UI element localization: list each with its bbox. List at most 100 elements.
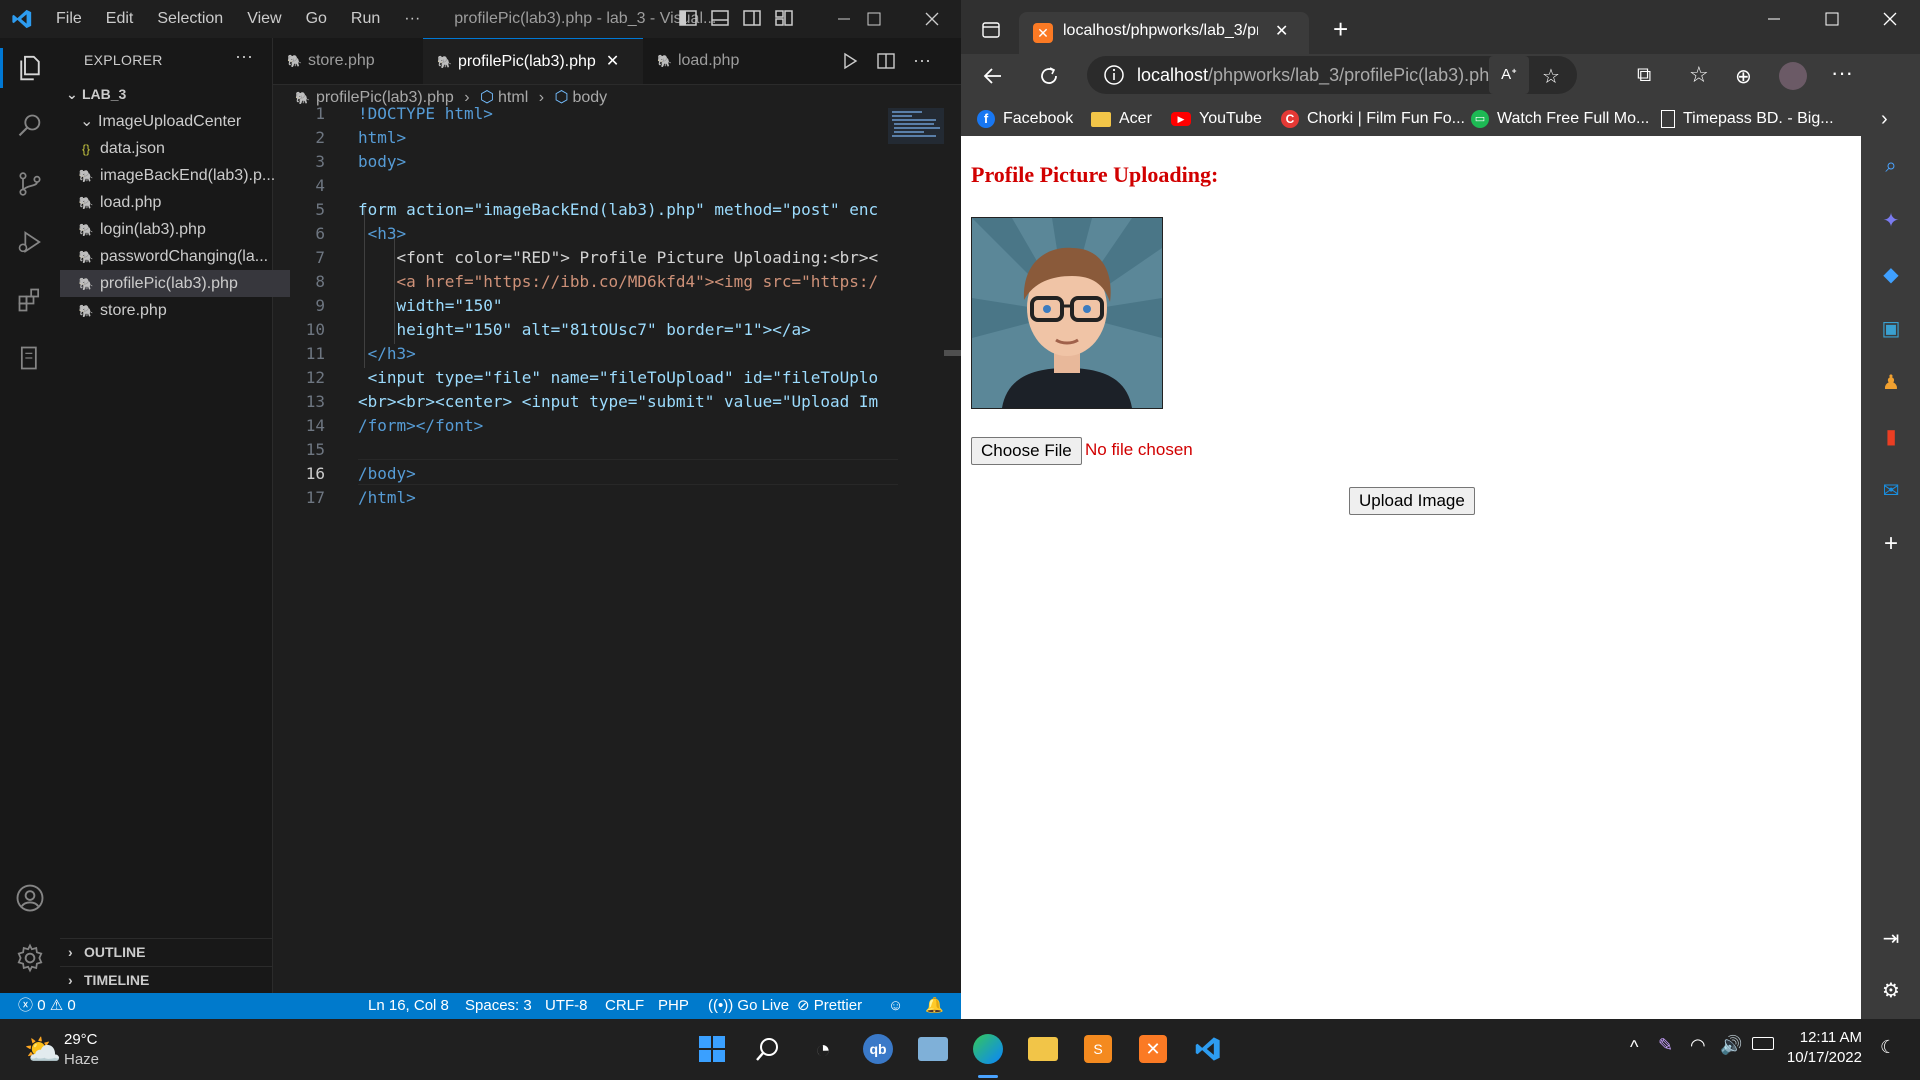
accounts-icon[interactable] [12, 880, 48, 916]
choose-file-button[interactable]: Choose File [971, 437, 1082, 465]
refresh-icon[interactable] [1037, 64, 1061, 93]
split-editor-icon[interactable] [877, 52, 895, 70]
add-icon[interactable]: + [1879, 530, 1903, 557]
outlook-icon[interactable]: ✉ [1879, 478, 1903, 502]
maximize-button[interactable] [845, 0, 903, 38]
favorites-icon[interactable]: ☆ [1689, 62, 1709, 88]
tree-folder-imageuploadcenter[interactable]: ⌄ ImageUploadCenter [60, 108, 272, 135]
remote-explorer-icon[interactable] [12, 340, 48, 376]
tab-load-php[interactable]: 🐘 load.php [643, 38, 773, 84]
sublime-icon[interactable]: S [1080, 1031, 1116, 1067]
workspace-root[interactable]: ⌄ LAB_3 [60, 81, 272, 108]
editor-more-icon[interactable]: ··· [913, 50, 931, 71]
tools-briefcase-icon[interactable]: ▣ [1879, 316, 1903, 340]
copilot-icon[interactable]: ✦ [1879, 208, 1903, 232]
customize-layout-icon[interactable] [774, 8, 794, 28]
hide-sidebar-icon[interactable]: ⇥ [1879, 926, 1903, 950]
golive-button[interactable]: ((•)) Go Live [708, 993, 789, 1019]
bookmark-watch-free[interactable]: ▭ Watch Free Full Mo... [1471, 102, 1649, 136]
code-editor[interactable]: 1 2 3 4 5 6 7 8 9 10 11 12 13 14 15 16 1… [273, 104, 898, 994]
add-favorite-icon[interactable]: ☆ [1542, 64, 1560, 89]
bookmark-youtube[interactable]: ▶ YouTube [1171, 102, 1262, 136]
menu-view[interactable]: View [235, 0, 293, 38]
back-arrow-icon[interactable] [981, 64, 1005, 93]
timeline-section[interactable]: › TIMELINE [60, 966, 272, 994]
settings-gear-icon[interactable] [12, 940, 48, 976]
explorer-icon[interactable] [12, 50, 48, 86]
tab-profilepic-php[interactable]: 🐘 profilePic(lab3).php ✕ [423, 38, 643, 84]
prettier-button[interactable]: ⊘ Prettier [797, 993, 862, 1019]
minimap[interactable] [888, 108, 944, 144]
menu-more[interactable]: ··· [392, 0, 432, 38]
close-tab-icon[interactable]: ✕ [1275, 21, 1288, 41]
collections-icon[interactable]: ⊕ [1735, 64, 1752, 89]
indentation-status[interactable]: Spaces: 3 [465, 993, 532, 1019]
search-icon[interactable] [750, 1031, 786, 1067]
feedback-icon[interactable]: ☺ [888, 993, 903, 1019]
tree-item-imagebackend[interactable]: 🐘 imageBackEnd(lab3).p... [60, 162, 290, 189]
search-icon[interactable]: ⌕ [1879, 154, 1903, 178]
weather-condition[interactable]: Haze [64, 1051, 99, 1068]
bookmark-facebook[interactable]: f Facebook [977, 102, 1073, 136]
info-icon[interactable] [1103, 64, 1125, 91]
menu-file[interactable]: File [44, 0, 94, 38]
explorer-more-button[interactable]: ··· [235, 46, 253, 67]
notification-moon-icon[interactable]: ☾ [1880, 1037, 1896, 1058]
new-tab-icon[interactable]: + [1333, 14, 1348, 45]
menu-run[interactable]: Run [339, 0, 392, 38]
menu-edit[interactable]: Edit [94, 0, 146, 38]
volume-icon[interactable]: 🔊 [1720, 1035, 1742, 1056]
games-icon[interactable]: ♟ [1879, 370, 1903, 394]
tree-item-passwordchanging[interactable]: 🐘 passwordChanging(la... [60, 243, 290, 270]
file-explorer-icon[interactable] [1025, 1031, 1061, 1067]
close-button[interactable] [903, 0, 961, 38]
tree-item-data-json[interactable]: {} data.json [60, 135, 290, 162]
bookmark-timepass[interactable]: Timepass BD. - Big... [1661, 102, 1834, 136]
show-hidden-icons-icon[interactable]: ^ [1630, 1037, 1638, 1058]
task-view-icon[interactable]: ◔ [805, 1031, 841, 1067]
chevron-right-icon[interactable]: › [1881, 102, 1888, 136]
start-windows-icon[interactable] [694, 1031, 730, 1067]
notifications-bell-icon[interactable]: 🔔 [925, 993, 944, 1019]
photos-icon[interactable] [915, 1031, 951, 1067]
toggle-panel-icon[interactable] [710, 8, 730, 28]
temperature[interactable]: 29°C [64, 1031, 98, 1048]
shopping-tag-icon[interactable]: ◆ [1879, 262, 1903, 286]
tree-item-load[interactable]: 🐘 load.php [60, 189, 290, 216]
qbittorrent-icon[interactable]: qb [860, 1031, 896, 1067]
xampp-icon[interactable]: ✕ [1135, 1031, 1171, 1067]
scrollbar-thumb[interactable] [944, 350, 961, 356]
tab-actions-icon[interactable] [981, 20, 1001, 45]
language-mode[interactable]: PHP [658, 993, 689, 1019]
office-icon[interactable]: ▮ [1879, 424, 1903, 448]
encoding-status[interactable]: UTF-8 [545, 993, 588, 1019]
cursor-position[interactable]: Ln 16, Col 8 [368, 993, 449, 1019]
settings-more-icon[interactable]: ··· [1831, 60, 1853, 86]
search-icon[interactable] [12, 108, 48, 144]
outline-section[interactable]: › OUTLINE [60, 938, 272, 966]
toggle-sidebar-icon[interactable] [678, 8, 698, 28]
read-aloud-icon[interactable]: Aᐩ [1489, 56, 1529, 94]
battery-icon[interactable] [1752, 1037, 1774, 1050]
profile-picture-link[interactable] [971, 217, 1163, 409]
tree-item-store[interactable]: 🐘 store.php [60, 297, 290, 324]
clock-date[interactable]: 10/17/2022 [1782, 1049, 1862, 1066]
pen-icon[interactable]: ✎ [1658, 1035, 1673, 1056]
bookmark-chorki[interactable]: C Chorki | Film Fun Fo... [1281, 102, 1465, 136]
extensions-puzzle-icon[interactable]: ⧉ [1637, 64, 1651, 87]
eol-status[interactable]: CRLF [605, 993, 644, 1019]
wifi-icon[interactable]: ◠ [1690, 1035, 1706, 1056]
vscode-icon[interactable] [1190, 1031, 1226, 1067]
menu-selection[interactable]: Selection [145, 0, 235, 38]
problems-indicator[interactable]: ⓧ 0 ⚠ 0 [18, 993, 76, 1019]
tree-item-login[interactable]: 🐘 login(lab3).php [60, 216, 290, 243]
bookmark-acer[interactable]: Acer [1091, 102, 1152, 136]
tab-store-php[interactable]: 🐘 store.php [273, 38, 423, 84]
run-debug-icon[interactable] [12, 224, 48, 260]
source-control-icon[interactable] [12, 166, 48, 202]
weather-icon[interactable]: ⛅ [24, 1033, 61, 1068]
edge-icon[interactable] [970, 1031, 1006, 1067]
minimize-button[interactable] [1767, 12, 1781, 31]
profile-avatar[interactable] [1779, 62, 1807, 90]
maximize-button[interactable] [1825, 12, 1839, 31]
